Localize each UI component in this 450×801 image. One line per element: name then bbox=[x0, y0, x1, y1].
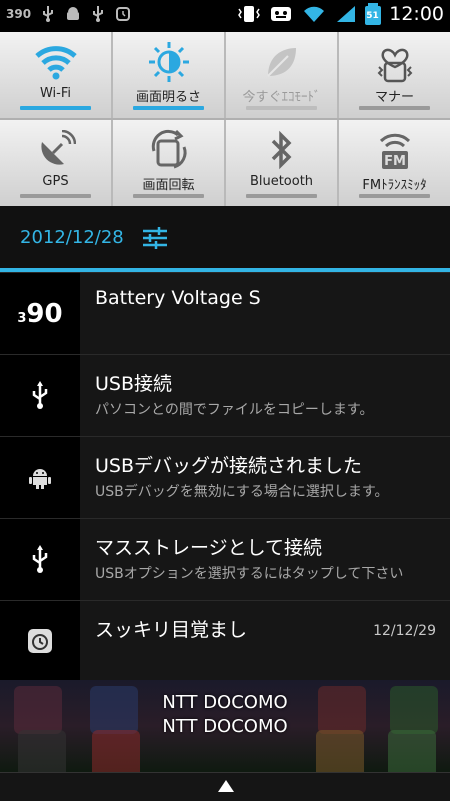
notification-title: マスストレージとして接続 bbox=[95, 537, 323, 559]
usb-status-icon bbox=[43, 6, 54, 22]
notification-alarm[interactable]: スッキリ目覚まし 12/12/29 bbox=[0, 600, 450, 681]
wifi-toggle[interactable]: Wi-Fi bbox=[0, 32, 113, 118]
up-arrow-icon bbox=[218, 780, 234, 792]
quick-settings-row-1: Wi-Fi 画面明るさ 今すぐｴｺﾓｰﾄﾞ マナー bbox=[0, 32, 450, 118]
battery-voltage-status: 390 bbox=[6, 7, 32, 21]
notification-battery-voltage[interactable]: 390 Battery Voltage S bbox=[0, 272, 450, 354]
notification-title: USB接続 bbox=[95, 373, 173, 395]
carrier-label-1: NTT DOCOMO bbox=[162, 692, 288, 713]
usb-status-icon-2 bbox=[93, 6, 104, 22]
android-debug-status-icon bbox=[67, 7, 80, 20]
eco-mode-toggle-label: 今すぐｴｺﾓｰﾄﾞ bbox=[242, 90, 321, 105]
bluetooth-state-bar bbox=[246, 194, 317, 198]
eco-mode-toggle[interactable]: 今すぐｴｺﾓｰﾄﾞ bbox=[226, 32, 339, 118]
gps-icon bbox=[40, 130, 76, 165]
notification-mass-storage[interactable]: マスストレージとして接続 USBオプションを選択するにはタップして下さい bbox=[0, 518, 450, 600]
svg-text:FM: FM bbox=[384, 154, 406, 169]
notification-title: スッキリ目覚まし bbox=[95, 619, 248, 641]
wifi-toggle-label: Wi-Fi bbox=[39, 86, 71, 101]
usb-icon bbox=[32, 544, 48, 573]
fm-transmitter-toggle[interactable]: FM FMﾄﾗﾝｽﾐｯﾀ bbox=[339, 120, 450, 206]
eco-leaf-icon bbox=[266, 48, 296, 77]
notification-usb-connection[interactable]: USB接続 パソコンとの間でファイルをコピーします。 bbox=[0, 354, 450, 436]
status-left-icons: 390 bbox=[6, 5, 131, 23]
bluetooth-toggle-label: Bluetooth bbox=[249, 174, 314, 189]
bluetooth-icon bbox=[271, 130, 291, 170]
battery-voltage-digits: 90 bbox=[26, 298, 63, 329]
alarm-status-icon bbox=[116, 7, 131, 21]
rotation-state-bar bbox=[133, 194, 204, 198]
settings-sliders-icon[interactable] bbox=[142, 226, 168, 250]
alarm-icon bbox=[28, 629, 52, 653]
gps-state-bar bbox=[20, 194, 91, 198]
date-label: 2012/12/28 bbox=[20, 227, 124, 248]
notification-subtitle: USBオプションを選択するにはタップして下さい bbox=[95, 566, 404, 582]
wifi-icon bbox=[34, 46, 77, 80]
manner-state-bar bbox=[359, 106, 430, 110]
sim-notification-icon bbox=[271, 7, 292, 21]
brightness-state-bar bbox=[133, 106, 204, 110]
notification-usb-debugging[interactable]: USBデバッグが接続されました USBデバッグを無効にする場合に選択します。 bbox=[0, 436, 450, 518]
panel-close-handle[interactable] bbox=[0, 772, 450, 801]
status-clock: 12:00 bbox=[389, 3, 444, 25]
brightness-toggle-label: 画面明るさ bbox=[135, 90, 201, 105]
rotation-toggle-label: 画面回転 bbox=[142, 178, 195, 193]
fm-transmitter-toggle-label: FMﾄﾗﾝｽﾐｯﾀ bbox=[362, 178, 427, 193]
notification-subtitle: USBデバッグを無効にする場合に選択します。 bbox=[95, 484, 389, 500]
battery-voltage-icon: 390 bbox=[0, 273, 80, 354]
fm-transmitter-state-bar bbox=[359, 194, 430, 198]
quick-settings-row-2: GPS 画面回転 Bluetooth FM FMﾄﾗﾝｽﾐｯﾀ bbox=[0, 120, 450, 206]
signal-icon bbox=[337, 6, 356, 22]
battery-level-text: 51 bbox=[366, 11, 379, 21]
wifi-state-bar bbox=[20, 106, 91, 110]
brightness-toggle[interactable]: 画面明るさ bbox=[113, 32, 226, 118]
manner-toggle[interactable]: マナー bbox=[339, 32, 450, 118]
manner-toggle-label: マナー bbox=[374, 90, 414, 105]
manner-icon bbox=[377, 48, 412, 83]
notification-title: USBデバッグが接続されました bbox=[95, 455, 363, 477]
gps-toggle[interactable]: GPS bbox=[0, 120, 113, 206]
brightness-icon bbox=[148, 42, 189, 82]
eco-mode-state-bar bbox=[246, 106, 317, 110]
fm-transmitter-icon: FM bbox=[379, 133, 410, 169]
wifi-status-icon bbox=[304, 6, 325, 22]
rotate-icon bbox=[151, 129, 187, 169]
carrier-label-2: NTT DOCOMO bbox=[162, 716, 288, 737]
notification-subtitle: パソコンとの間でファイルをコピーします。 bbox=[95, 402, 374, 418]
status-right-icons: 51 12:00 bbox=[237, 3, 444, 25]
android-debug-icon bbox=[29, 468, 51, 489]
vibrate-icon bbox=[238, 6, 261, 22]
date-header: 2012/12/28 bbox=[0, 206, 450, 268]
notification-title: Battery Voltage S bbox=[95, 287, 261, 309]
bluetooth-toggle[interactable]: Bluetooth bbox=[226, 120, 339, 206]
battery-icon: 51 bbox=[365, 3, 382, 25]
quick-settings-panel: Wi-Fi 画面明るさ 今すぐｴｺﾓｰﾄﾞ マナー GPS 画面回転 Bluet… bbox=[0, 32, 450, 206]
gps-toggle-label: GPS bbox=[42, 174, 69, 189]
rotation-toggle[interactable]: 画面回転 bbox=[113, 120, 226, 206]
usb-icon bbox=[32, 380, 48, 409]
notification-time: 12/12/29 bbox=[373, 623, 436, 639]
status-bar: 390 51 12:00 bbox=[0, 0, 450, 32]
